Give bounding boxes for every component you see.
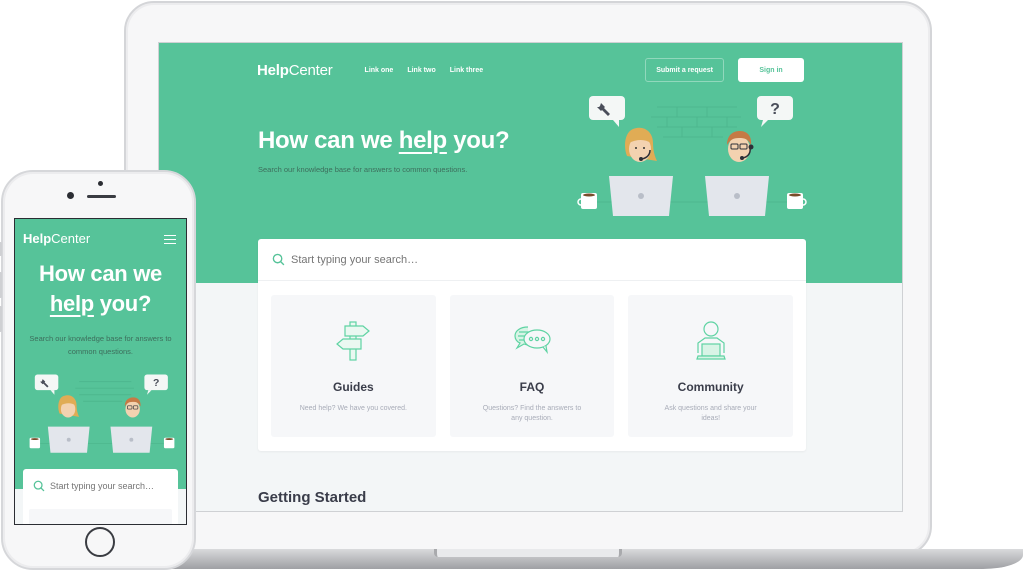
phone-mute-switch <box>0 242 2 256</box>
phone-sensor <box>98 181 103 186</box>
phone-home-button[interactable] <box>85 527 115 557</box>
card-description: Need help? We have you covered. <box>299 405 407 412</box>
hero-subtitle: Search our knowledge base for answers to… <box>258 165 468 174</box>
card-description: Ask questions and share your ideas! <box>664 405 757 422</box>
nav-link-one[interactable]: Link one <box>365 67 394 74</box>
question-mark-icon: ? <box>770 101 780 118</box>
phone-screen: HelpCenter How can we help you? Search o… <box>14 218 187 525</box>
left-speech-bubble <box>589 96 625 127</box>
search-bar <box>258 239 806 281</box>
card-title: FAQ <box>519 380 545 394</box>
getting-started-heading: Getting Started <box>258 489 367 506</box>
nav-link-two[interactable]: Link two <box>407 67 435 74</box>
mobile-logo[interactable]: HelpCenter <box>23 231 90 246</box>
sign-in-button[interactable]: Sign in <box>738 58 804 82</box>
phone-camera <box>67 192 74 199</box>
laptop-notch <box>434 549 622 557</box>
card-guides[interactable]: Guides Need help? We have you covered. <box>271 295 436 437</box>
laptop-screen: HelpCenter Link one Link two Link three … <box>158 42 903 512</box>
search-input[interactable] <box>291 253 691 266</box>
mobile-search-panel <box>23 469 178 524</box>
mobile-support-illustration: ? <box>29 374 175 453</box>
mobile-card-placeholder <box>29 509 172 524</box>
laptop-right <box>705 176 769 216</box>
brick-wall <box>651 106 741 138</box>
card-faq[interactable]: FAQ Questions? Find the answers to any q… <box>449 295 615 437</box>
logo[interactable]: HelpCenter <box>257 62 333 79</box>
phone-volume-up <box>0 272 2 298</box>
submit-request-button[interactable]: Submit a request <box>645 58 724 82</box>
chat-bubbles-icon <box>514 326 551 355</box>
phone-speaker <box>87 195 116 198</box>
agent-woman <box>625 127 657 162</box>
card-title: Guides <box>332 380 374 394</box>
signpost-icon <box>336 321 371 361</box>
card-community[interactable]: Community Ask questions and share your i… <box>628 295 794 437</box>
hamburger-icon[interactable] <box>164 235 176 244</box>
agent-man <box>727 131 754 162</box>
mobile-hero: HelpCenter How can we help you? Search o… <box>15 219 186 489</box>
page-title: How can we help you? <box>258 127 510 154</box>
category-cards: Guides Need help? We have you covered. F… <box>271 295 794 437</box>
coffee-cup-right <box>787 193 807 209</box>
card-description: Questions? Find the answers to any quest… <box>482 405 582 422</box>
device-mockup-stage: HelpCenter Link one Link two Link three … <box>0 0 1023 573</box>
question-mark-icon: ? <box>153 378 159 389</box>
person-laptop-icon <box>695 321 726 360</box>
mobile-hero-subtitle: Search our knowledge base for answers to… <box>29 334 172 356</box>
search-icon <box>33 480 45 491</box>
mobile-search-input[interactable] <box>50 480 170 491</box>
laptop-left <box>609 176 673 216</box>
phone-volume-down <box>0 306 2 332</box>
coffee-cup-left <box>577 193 597 209</box>
right-speech-bubble: ? <box>757 96 793 127</box>
search-icon <box>272 253 285 266</box>
phone-frame: HelpCenter How can we help you? Search o… <box>0 170 196 570</box>
mobile-page-title: How can we help you? <box>39 261 162 316</box>
support-agents-illustration: ? <box>577 96 807 216</box>
card-title: Community <box>677 380 744 394</box>
nav-link-three[interactable]: Link three <box>450 67 483 74</box>
nav-links: Link one Link two Link three <box>365 67 484 74</box>
search-panel: Guides Need help? We have you covered. <box>258 239 806 451</box>
top-nav: HelpCenter Link one Link two Link three … <box>257 57 804 83</box>
mobile-search-bar <box>23 469 178 502</box>
nav-actions: Submit a request Sign in <box>645 58 804 82</box>
